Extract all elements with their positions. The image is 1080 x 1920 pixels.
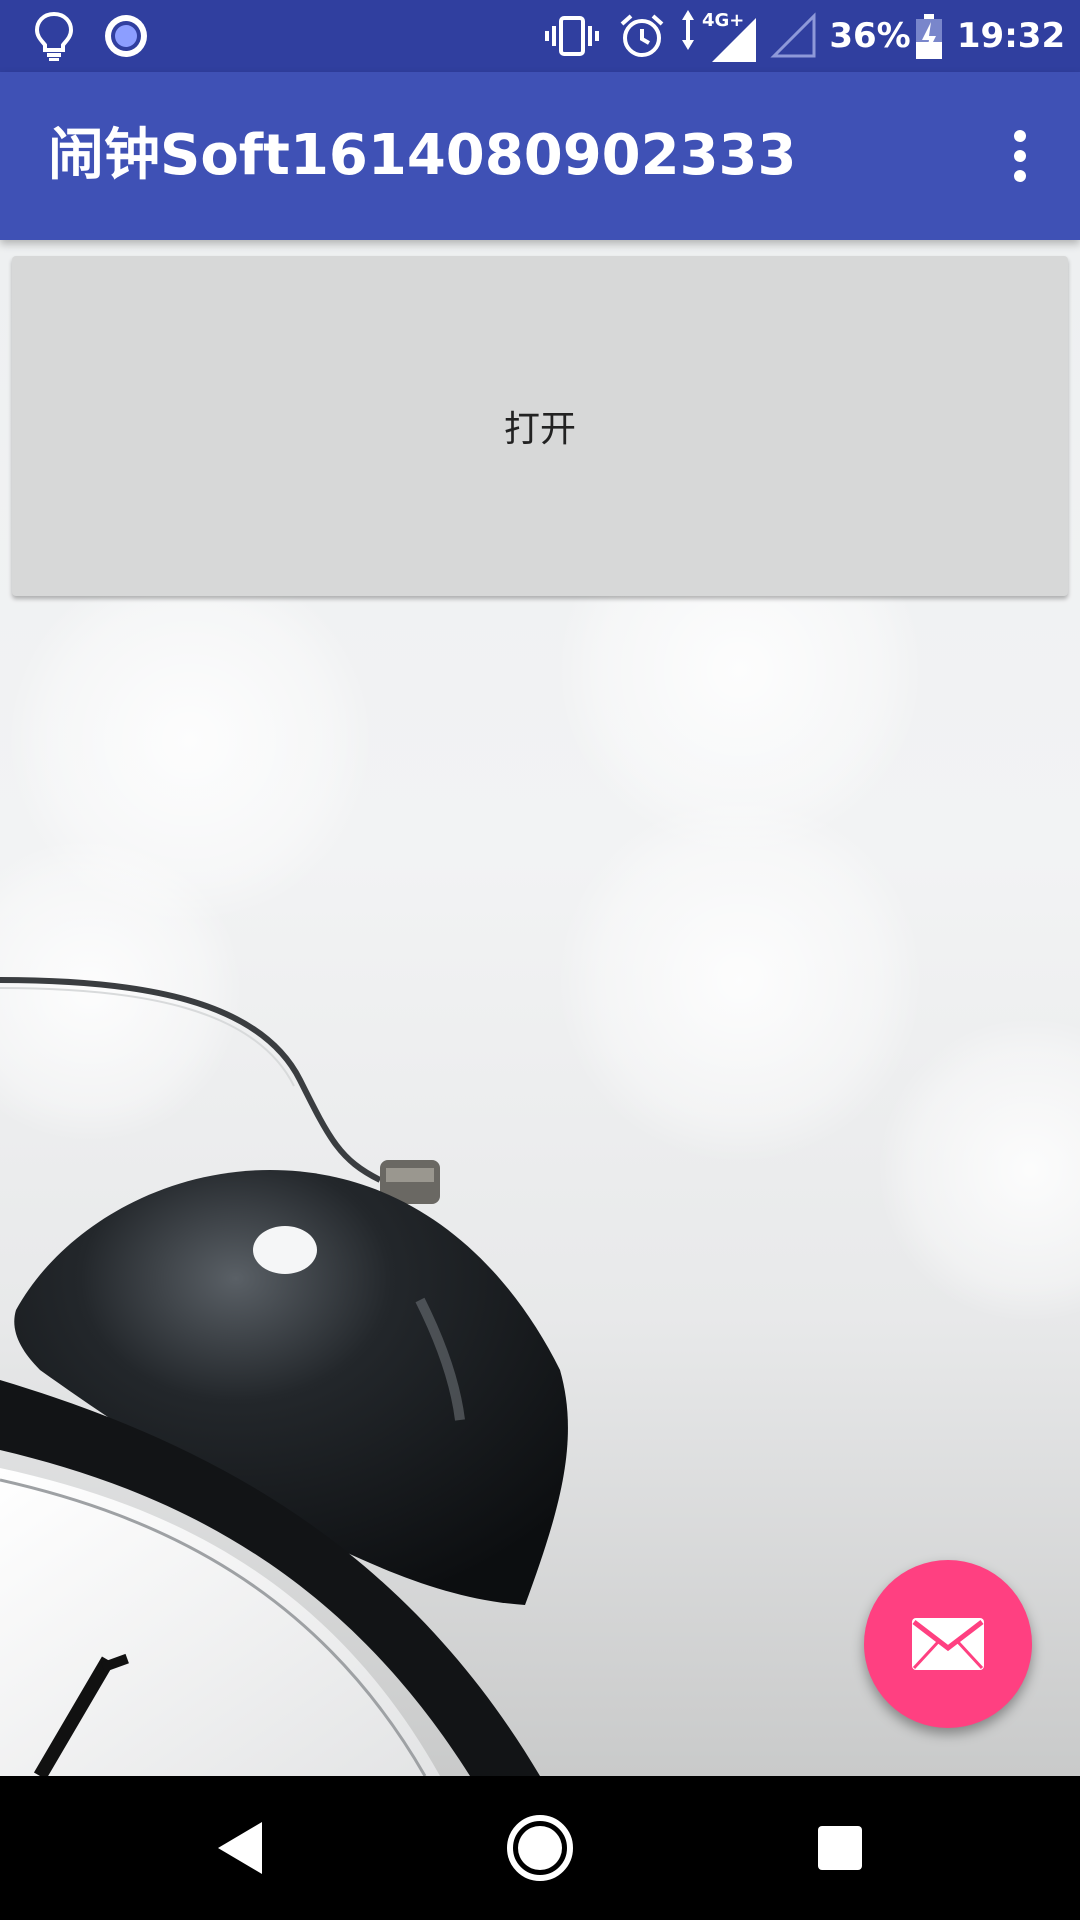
time-wrap: 19:32 — [956, 0, 1066, 72]
back-icon — [218, 1822, 262, 1874]
more-vert-icon — [1014, 130, 1026, 142]
app-title: 闹钟Soft1614080902333 — [48, 123, 797, 188]
battery-icon — [914, 0, 944, 72]
network-type-label: 4G+ — [702, 10, 745, 31]
battery-percent: 36% — [829, 16, 911, 56]
more-vert-dot — [1014, 150, 1026, 162]
home-icon — [507, 1815, 573, 1881]
more-options-button[interactable] — [984, 120, 1056, 192]
signal-icon: 4G+ — [678, 0, 760, 72]
alarm-icon — [618, 0, 666, 72]
email-icon — [912, 1618, 984, 1670]
app-bar: 闹钟Soft1614080902333 — [0, 72, 1080, 240]
open-button[interactable]: 打开 — [12, 256, 1068, 596]
status-bar: 4G+ 36% 19:32 — [0, 0, 1080, 72]
more-vert-dot — [1014, 170, 1026, 182]
navigation-bar — [0, 1776, 1080, 1920]
home-button[interactable] — [492, 1800, 588, 1896]
back-button[interactable] — [192, 1800, 288, 1896]
no-signal-icon — [770, 0, 818, 72]
status-right: 4G+ 36% 19:32 — [0, 0, 1080, 72]
email-fab-button[interactable] — [864, 1560, 1032, 1728]
recents-icon — [818, 1826, 862, 1870]
battery-percent-wrap: 36% — [829, 0, 910, 72]
status-time: 19:32 — [956, 16, 1066, 56]
vibrate-icon — [544, 0, 600, 72]
recents-button[interactable] — [792, 1800, 888, 1896]
content-area: 打开 — [0, 240, 1080, 1776]
